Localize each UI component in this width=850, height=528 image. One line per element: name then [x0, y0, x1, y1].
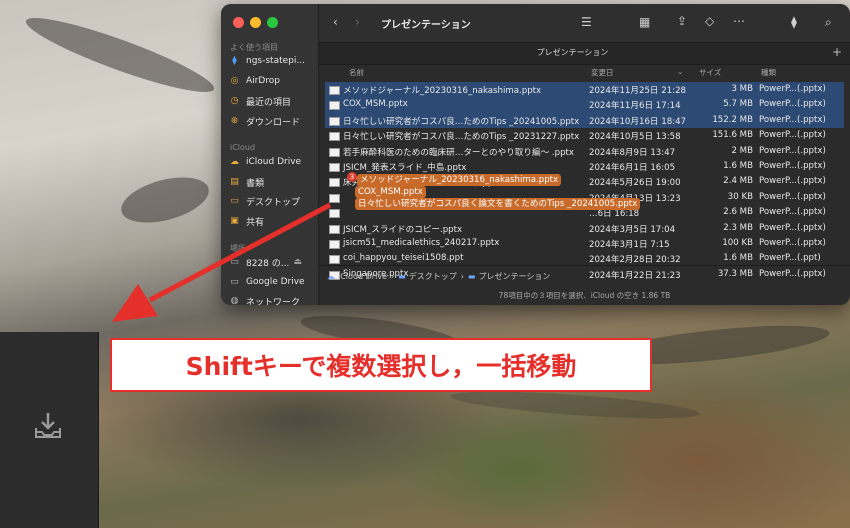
annotation-callout: Shiftキーで複数選択し，一括移動	[110, 338, 652, 392]
red-arrow	[112, 202, 332, 322]
callout-text: Shiftキーで複数選択し，一括移動	[185, 352, 577, 381]
